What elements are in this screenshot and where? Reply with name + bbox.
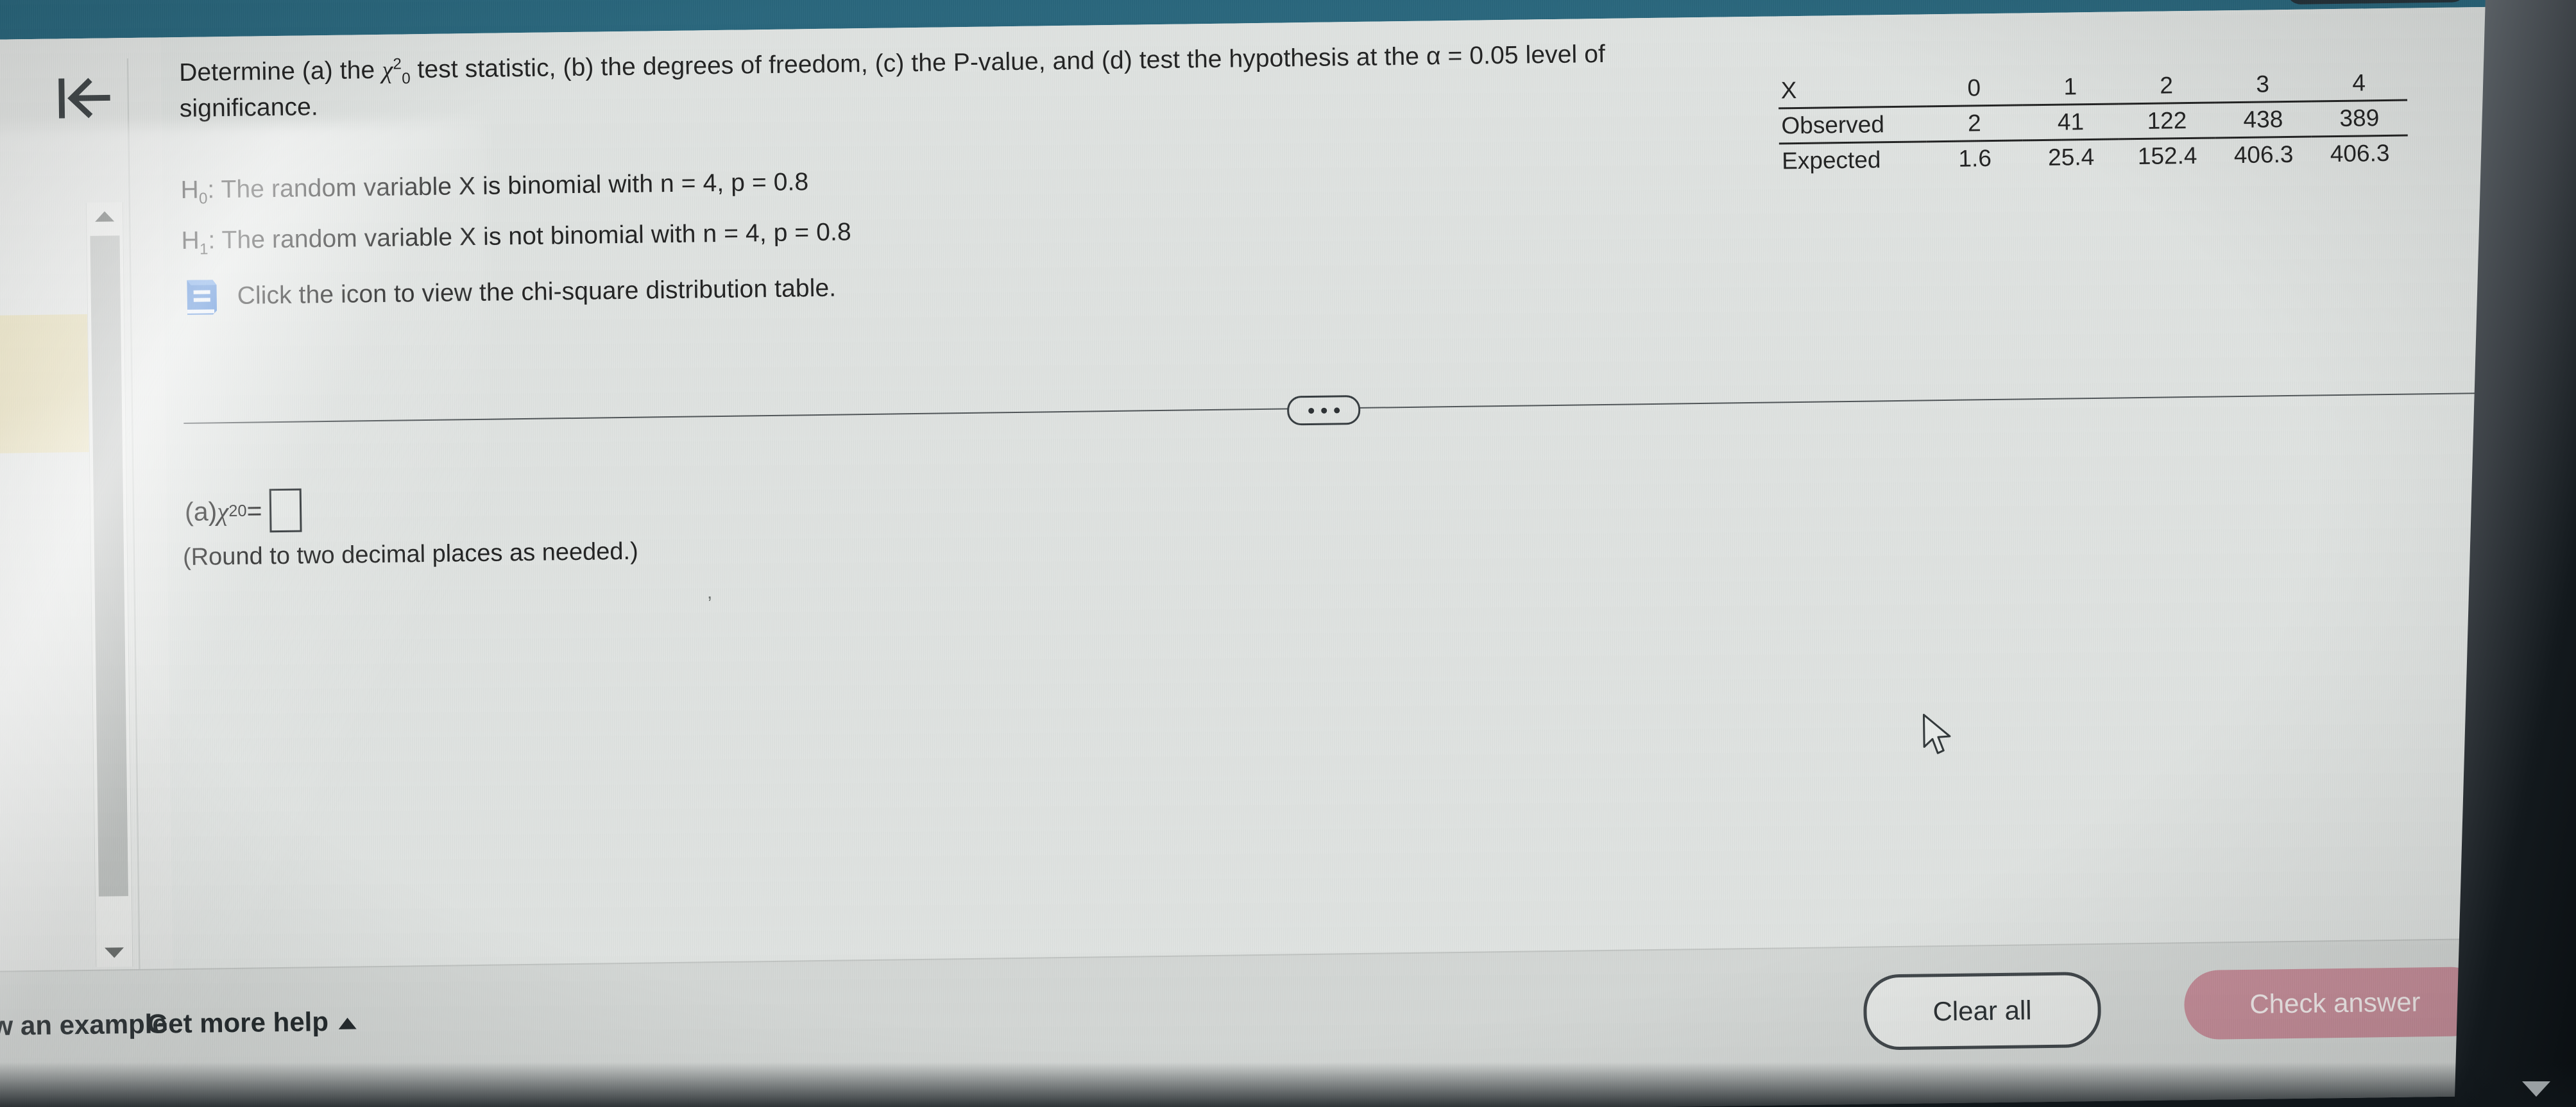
cell-observed-4: 389 <box>2311 100 2408 137</box>
answer-part-label: (a) <box>184 496 218 527</box>
h0-subscript: 0 <box>198 190 208 208</box>
scroll-down-arrow[interactable] <box>96 938 133 967</box>
mouse-cursor-icon <box>1922 713 1951 754</box>
get-more-help-button[interactable]: Get more help <box>147 1006 357 1040</box>
back-to-start-icon[interactable] <box>55 70 126 126</box>
h0-label: H <box>180 176 200 204</box>
page-scroll-down-arrow[interactable] <box>2522 1081 2550 1097</box>
dot-icon <box>1333 407 1340 413</box>
table-row: Expected 1.6 25.4 152.4 406.3 406.3 <box>1779 135 2409 178</box>
content-scrollbar[interactable] <box>85 202 133 967</box>
cell-expected-3: 406.3 <box>2233 140 2294 169</box>
triangle-down-icon <box>105 947 124 958</box>
table-col-header: X <box>1778 72 1927 108</box>
dot-icon <box>1320 407 1327 414</box>
screen-surface: Points: 0 of 2 Save <box>0 0 2552 1107</box>
observed-expected-table: X 0 1 2 3 4 Observed 2 41 122 438 389 Ex… <box>1778 65 2409 178</box>
table-col-header: 4 <box>2310 65 2408 102</box>
answer-equals: = <box>246 495 262 526</box>
answer-part-a: (a) χ20 = <box>184 488 302 534</box>
dot-icon <box>1308 407 1314 414</box>
table-col-header: 2 <box>2118 68 2215 104</box>
scroll-up-arrow[interactable] <box>87 202 123 231</box>
answer-chi-symbol: χ <box>216 496 229 527</box>
question-prompt: Determine (a) the χ20 test statistic, (b… <box>179 36 1739 125</box>
h1-label: H <box>181 226 200 255</box>
h1-text: : The random variable X is not binomial … <box>208 218 852 255</box>
chi-symbol: χ <box>381 56 393 84</box>
stray-mark: , <box>706 582 713 604</box>
question-content: Determine (a) the χ20 test statistic, (b… <box>160 6 2549 968</box>
triangle-up-icon <box>94 211 115 222</box>
cell-expected-2: 152.4 <box>2137 142 2197 170</box>
cell-observed-3: 438 <box>2215 101 2312 138</box>
row-label-observed: Observed <box>1778 106 1927 144</box>
h1-subscript: 1 <box>199 241 209 258</box>
hypothesis-alternative: H1: The random variable X is not binomia… <box>181 215 851 260</box>
rounding-hint: (Round to two decimal places as needed.) <box>182 537 639 571</box>
answer-chi-superscript: 2 <box>228 502 238 520</box>
prompt-part-2: test statistic, (b) the degrees of freed… <box>410 42 1427 84</box>
hypothesis-null: H0: The random variable X is binomial wi… <box>180 165 808 210</box>
cell-expected-0: 1.6 <box>1958 145 1992 172</box>
chi-square-table-link-label[interactable]: Click the icon to view the chi-square di… <box>237 272 836 313</box>
chi-square-table-link-row[interactable]: Click the icon to view the chi-square di… <box>182 269 836 316</box>
cell-expected-1: 25.4 <box>2047 143 2095 171</box>
check-answer-button[interactable]: Check answer <box>2183 967 2487 1040</box>
chi-subscript: 0 <box>402 70 411 88</box>
cell-observed-2: 122 <box>2119 102 2215 139</box>
monitor-bezel-bottom <box>0 1062 2576 1107</box>
row-label-expected: Expected <box>1781 146 1881 174</box>
left-rail <box>0 37 173 972</box>
save-button[interactable]: Save <box>2285 0 2467 4</box>
answer-input[interactable] <box>269 488 302 533</box>
data-table: X 0 1 2 3 4 Observed 2 41 122 438 389 Ex… <box>1778 65 2409 178</box>
h0-text: : The random variable X is binomial with… <box>207 168 809 204</box>
get-more-help-label: Get more help <box>147 1006 329 1039</box>
scrollbar-thumb[interactable] <box>90 235 128 897</box>
table-col-header: 0 <box>1925 71 2023 106</box>
photographed-screen: Points: 0 of 2 Save <box>0 0 2576 1107</box>
answer-chi-subscript: 0 <box>237 502 247 520</box>
more-options-button[interactable] <box>1286 394 1361 426</box>
clear-all-button[interactable]: Clear all <box>1863 971 2102 1051</box>
question-page: Determine (a) the χ20 test statistic, (b… <box>0 6 2552 1107</box>
view-example-link[interactable]: iew an example <box>0 1008 167 1042</box>
table-col-header: 1 <box>2022 69 2119 105</box>
cell-observed-0: 2 <box>1926 105 2023 142</box>
caret-up-icon <box>338 1017 357 1029</box>
section-divider <box>183 380 2511 435</box>
prompt-part-1: Determine (a) the <box>178 56 382 87</box>
chi-superscript: 2 <box>393 55 402 73</box>
table-col-header: 3 <box>2214 67 2312 103</box>
cell-expected-4: 406.3 <box>2330 139 2390 167</box>
book-icon[interactable] <box>182 277 222 316</box>
cell-observed-1: 41 <box>2022 103 2119 140</box>
